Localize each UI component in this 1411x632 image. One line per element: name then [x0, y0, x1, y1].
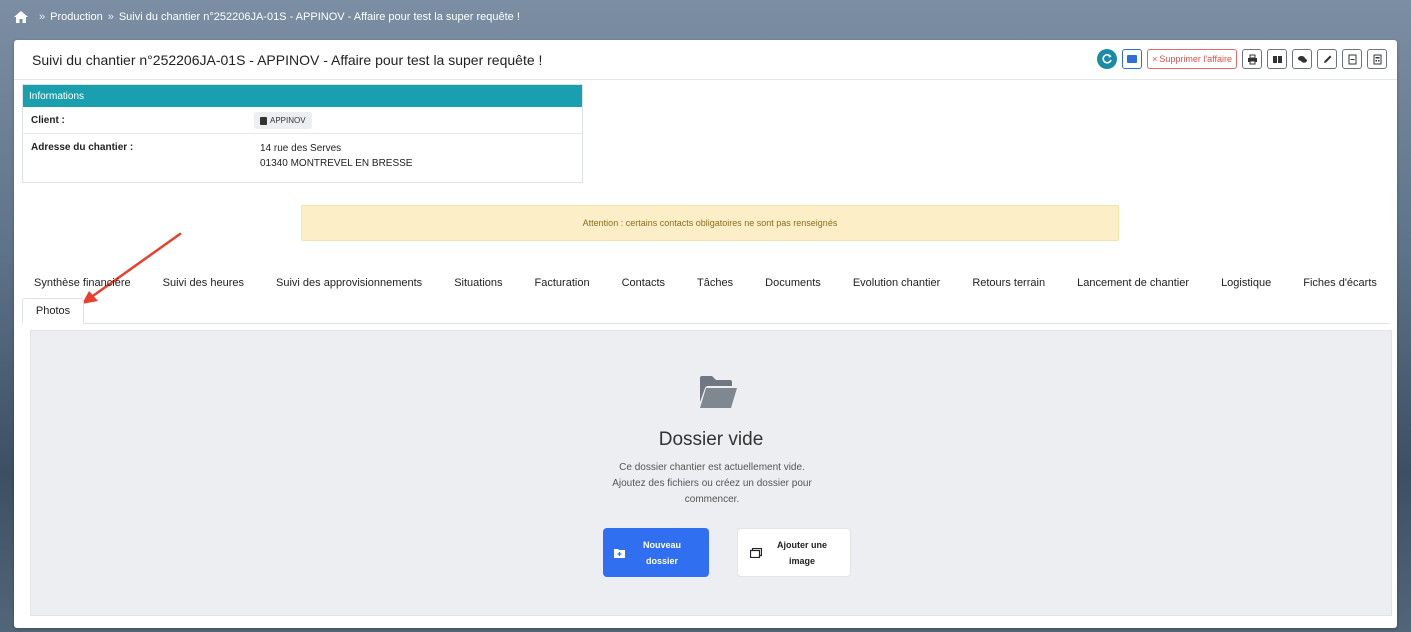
archive-button[interactable] [1342, 49, 1362, 69]
new-folder-label-line-1: Nouveau [643, 539, 682, 550]
folder-icon-small [1127, 55, 1138, 63]
comments-icon [1297, 55, 1307, 63]
empty-title: Dossier vide [658, 429, 764, 450]
new-folder-label-line-2: dossier [646, 555, 679, 566]
breadcrumb-current: Suivi du chantier n°252206JA-01S - APPIN… [118, 11, 520, 23]
address-line-2: 01340 MONTREVEL EN BRESSE [260, 158, 413, 169]
archive-icon [1348, 54, 1356, 64]
tab-synthese-financiere[interactable]: Synthèse financière [34, 277, 131, 289]
close-icon: × [1152, 54, 1158, 64]
warning-alert: Attention : certains contacts obligatoir… [301, 205, 1119, 241]
add-image-label: Ajouter une image [777, 537, 827, 569]
tab-situations[interactable]: Situations [454, 277, 502, 289]
delete-affaire-button[interactable]: × Supprimer l'affaire [1147, 49, 1237, 69]
comments-button[interactable] [1292, 49, 1312, 69]
refresh-icon [1102, 54, 1112, 64]
toolbar: × Supprimer l'affaire [1097, 49, 1387, 69]
tab-contacts[interactable]: Contacts [622, 277, 665, 289]
info-panel: Informations Client : APPINOV Adresse du… [22, 84, 583, 183]
images-icon [750, 547, 762, 558]
breadcrumb: » Production » Suivi du chantier n°25220… [0, 0, 1411, 34]
tab-retours-terrain[interactable]: Retours terrain [972, 277, 1045, 289]
tab-facturation[interactable]: Facturation [535, 277, 590, 289]
calculator-icon [1373, 54, 1381, 64]
folder-button[interactable] [1122, 49, 1143, 69]
breadcrumb-production[interactable]: Production [50, 11, 103, 23]
address-line-1: 14 rue des Serves [260, 143, 342, 154]
tab-evolution-chantier[interactable]: Evolution chantier [853, 277, 940, 289]
refresh-button[interactable] [1097, 49, 1118, 69]
address-label: Adresse du chantier : [31, 142, 134, 153]
add-image-label-line-2: image [789, 555, 816, 566]
client-row: Client : APPINOV [23, 107, 582, 134]
empty-description-line-2: Ajoutez des fichiers ou créez un dossier… [612, 478, 812, 489]
card-header: Suivi du chantier n°252206JA-01S - APPIN… [14, 40, 1397, 80]
calculator-button[interactable] [1367, 49, 1387, 69]
tab-photos[interactable]: Photos [22, 298, 84, 324]
address-value: 14 rue des Serves 01340 MONTREVEL EN BRE… [260, 141, 412, 171]
new-folder-label: Nouveau dossier [643, 537, 681, 569]
client-chip[interactable]: APPINOV [254, 112, 312, 129]
tab-suivi-des-heures[interactable]: Suivi des heures [163, 277, 244, 289]
home-icon[interactable] [14, 11, 28, 23]
new-folder-button[interactable]: Nouveau dossier [603, 528, 709, 577]
book-icon [1272, 55, 1282, 63]
client-value: APPINOV [270, 116, 306, 125]
print-icon [1247, 54, 1257, 64]
empty-folder-icon [700, 376, 737, 408]
info-heading: Informations [23, 85, 582, 107]
tab-divider [22, 323, 1389, 324]
empty-description-line-3: commencer. [684, 494, 740, 505]
address-row: Adresse du chantier : 14 rue des Serves … [23, 134, 582, 182]
add-image-label-line-1: Ajouter une [777, 539, 828, 550]
tab-fiches-ecarts[interactable]: Fiches d'écarts [1303, 277, 1377, 289]
tab-taches[interactable]: Tâches [697, 277, 733, 289]
tab-bar: Synthèse financière Suivi des heures Sui… [22, 268, 1389, 298]
building-icon [260, 116, 267, 125]
tab-suivi-des-approvisionnements[interactable]: Suivi des approvisionnements [276, 277, 422, 289]
client-label: Client : [31, 115, 65, 126]
delete-affaire-label: Supprimer l'affaire [1159, 54, 1232, 64]
main-card: Suivi du chantier n°252206JA-01S - APPIN… [14, 40, 1397, 628]
empty-description-line-1: Ce dossier chantier est actuellement vid… [619, 462, 805, 473]
add-image-button[interactable]: Ajouter une image [737, 528, 851, 577]
book-button[interactable] [1267, 49, 1287, 69]
tab-logistique[interactable]: Logistique [1221, 277, 1271, 289]
empty-description: Ce dossier chantier est actuellement vid… [587, 460, 837, 508]
pencil-icon [1323, 55, 1331, 63]
tab-lancement-de-chantier[interactable]: Lancement de chantier [1077, 277, 1189, 289]
page-title: Suivi du chantier n°252206JA-01S - APPIN… [32, 52, 543, 68]
photos-panel: Dossier vide Ce dossier chantier est act… [30, 330, 1392, 616]
breadcrumb-separator: » [39, 11, 46, 23]
print-button[interactable] [1242, 49, 1262, 69]
tab-documents[interactable]: Documents [765, 277, 821, 289]
folder-plus-icon [614, 548, 625, 558]
edit-button[interactable] [1317, 49, 1337, 69]
breadcrumb-separator: » [107, 11, 114, 23]
